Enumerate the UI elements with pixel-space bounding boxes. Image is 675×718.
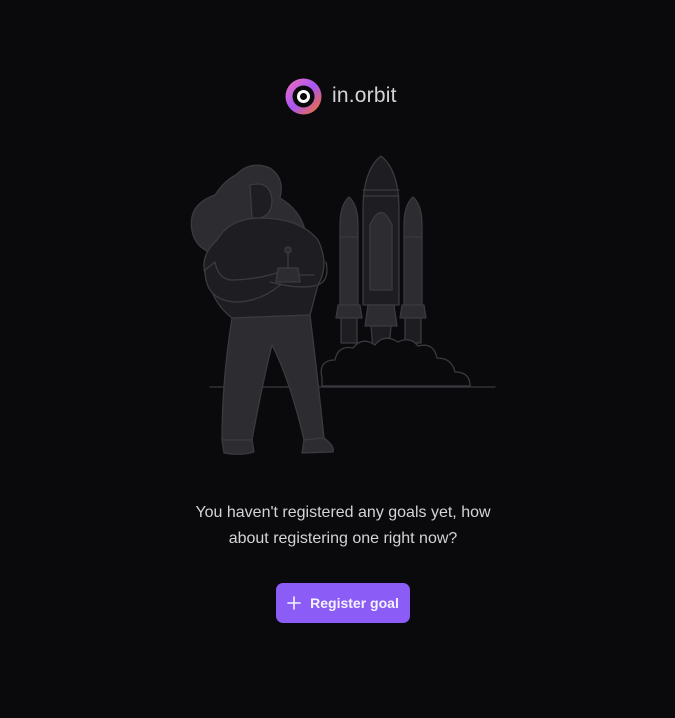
woman-launching-rocket-illustration: [190, 155, 496, 455]
plus-icon: [287, 596, 301, 610]
app-logo: in.orbit: [285, 77, 397, 115]
app-name: in.orbit: [332, 84, 397, 107]
orbit-logo-icon: [285, 78, 322, 114]
empty-state-message: You haven't registered any goals yet, ho…: [195, 504, 491, 547]
register-goal-label: Register goal: [310, 595, 399, 611]
register-goal-button[interactable]: Register goal: [276, 583, 410, 623]
